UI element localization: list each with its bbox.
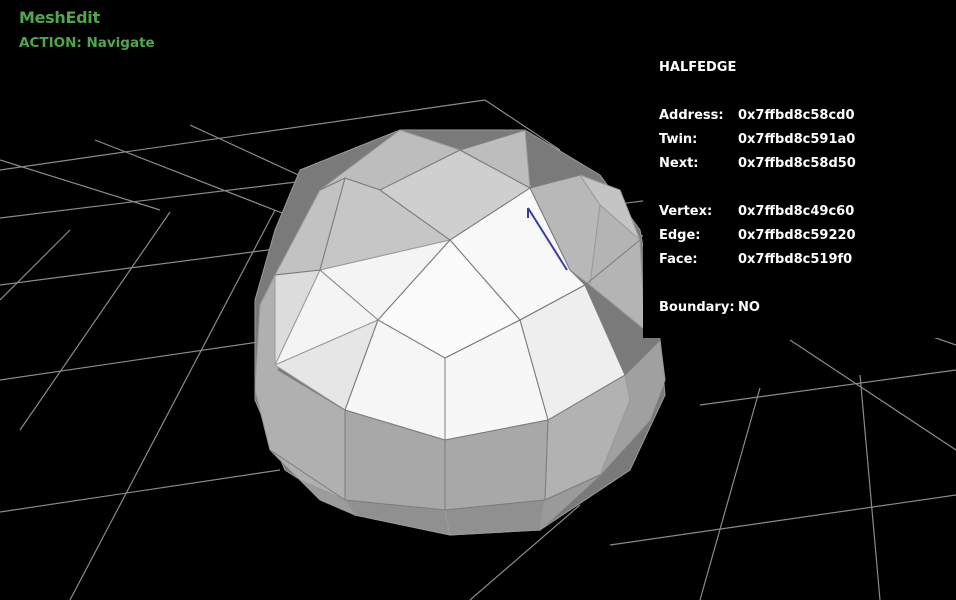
info-label: Twin: xyxy=(659,132,698,147)
info-heading: HALFEDGE xyxy=(659,60,737,75)
info-value: NO xyxy=(738,300,760,315)
info-label: Vertex: xyxy=(659,204,713,219)
info-value: 0x7ffbd8c58d50 xyxy=(738,156,856,171)
info-row-next: Next: 0x7ffbd8c58d50 xyxy=(659,156,949,174)
info-label: Edge: xyxy=(659,228,701,243)
info-label: Boundary: xyxy=(659,300,735,315)
info-row-boundary: Boundary: NO xyxy=(659,300,949,318)
info-row-face: Face: 0x7ffbd8c519f0 xyxy=(659,252,949,270)
info-row-twin: Twin: 0x7ffbd8c591a0 xyxy=(659,132,949,150)
info-row-address: Address: 0x7ffbd8c58cd0 xyxy=(659,108,949,126)
viewport-3d[interactable]: MeshEdit ACTION: Navigate HALFEDGE Addre… xyxy=(0,0,956,600)
app-title: MeshEdit xyxy=(19,8,100,27)
info-row-edge: Edge: 0x7ffbd8c59220 xyxy=(659,228,949,246)
info-value: 0x7ffbd8c591a0 xyxy=(738,132,856,147)
info-label: Next: xyxy=(659,156,699,171)
info-label: Face: xyxy=(659,252,698,267)
info-value: 0x7ffbd8c519f0 xyxy=(738,252,853,267)
info-value: 0x7ffbd8c58cd0 xyxy=(738,108,855,123)
sphere-mesh[interactable] xyxy=(254,129,666,536)
info-row-vertex: Vertex: 0x7ffbd8c49c60 xyxy=(659,204,949,222)
info-value: 0x7ffbd8c59220 xyxy=(738,228,856,243)
action-mode: ACTION: Navigate xyxy=(19,35,155,51)
info-label: Address: xyxy=(659,108,724,123)
halfedge-info-panel: HALFEDGE Address: 0x7ffbd8c58cd0 Twin: 0… xyxy=(643,45,956,338)
info-value: 0x7ffbd8c49c60 xyxy=(738,204,855,219)
